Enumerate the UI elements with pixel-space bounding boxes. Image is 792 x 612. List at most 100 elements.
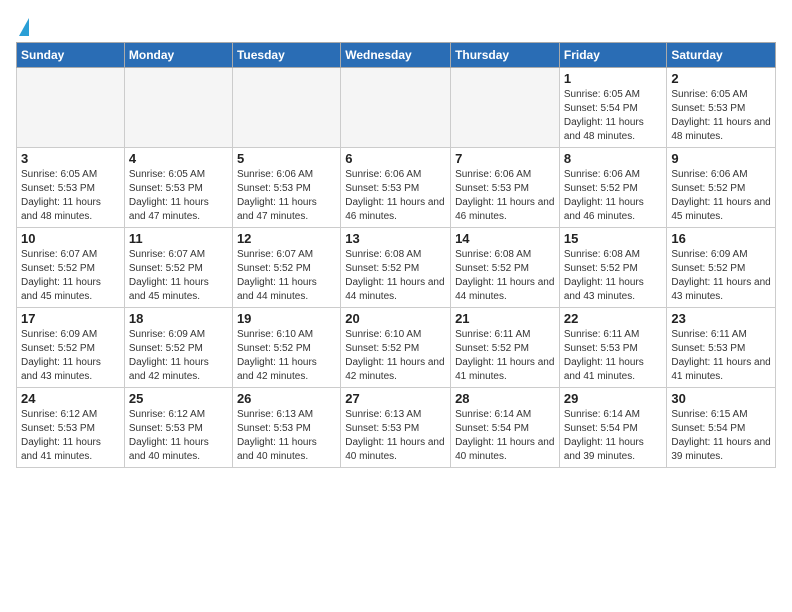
day-number: 18 xyxy=(129,311,228,326)
calendar-day-7: 7 Sunrise: 6:06 AM Sunset: 5:53 PM Daylig… xyxy=(451,148,560,228)
weekday-header-wednesday: Wednesday xyxy=(341,43,451,68)
day-number: 28 xyxy=(455,391,555,406)
day-info: Sunrise: 6:11 AM Sunset: 5:52 PM Dayligh… xyxy=(455,328,555,384)
weekday-header-friday: Friday xyxy=(559,43,667,68)
calendar-day-20: 20 Sunrise: 6:10 AM Sunset: 5:52 PM Dayli… xyxy=(341,308,451,388)
calendar-day-5: 5 Sunrise: 6:06 AM Sunset: 5:53 PM Daylig… xyxy=(232,148,340,228)
day-info: Sunrise: 6:12 AM Sunset: 5:53 PM Dayligh… xyxy=(129,408,228,464)
day-number: 23 xyxy=(671,311,771,326)
calendar-day-15: 15Sunrise: 6:08 AM Sunset: 5:52 PM Dayli… xyxy=(559,228,667,308)
day-number: 4 xyxy=(129,151,228,166)
day-info: Sunrise: 6:09 AM Sunset: 5:52 PM Dayligh… xyxy=(21,328,120,384)
header xyxy=(16,10,776,36)
day-info: Sunrise: 6:06 AM Sunset: 5:52 PM Dayligh… xyxy=(671,168,771,224)
day-info: Sunrise: 6:08 AM Sunset: 5:52 PM Dayligh… xyxy=(455,248,555,304)
day-number: 30 xyxy=(671,391,771,406)
calendar-day-16: 16 Sunrise: 6:09 AM Sunset: 5:52 PM Dayli… xyxy=(667,228,776,308)
day-number: 9 xyxy=(671,151,771,166)
calendar-day-empty-0-1 xyxy=(124,68,232,148)
calendar-day-18: 18 Sunrise: 6:09 AM Sunset: 5:52 PM Dayli… xyxy=(124,308,232,388)
calendar-day-empty-0-3 xyxy=(341,68,451,148)
calendar-day-26: 26 Sunrise: 6:13 AM Sunset: 5:53 PM Dayli… xyxy=(232,388,340,468)
day-info: Sunrise: 6:08 AM Sunset: 5:52 PM Dayligh… xyxy=(345,248,446,304)
weekday-header-thursday: Thursday xyxy=(451,43,560,68)
weekday-header-tuesday: Tuesday xyxy=(232,43,340,68)
day-number: 27 xyxy=(345,391,446,406)
logo-triangle-icon xyxy=(19,18,29,36)
day-info: Sunrise: 6:05 AM Sunset: 5:54 PM Dayligh… xyxy=(564,88,663,144)
calendar-day-4: 4 Sunrise: 6:05 AM Sunset: 5:53 PM Daylig… xyxy=(124,148,232,228)
day-info: Sunrise: 6:12 AM Sunset: 5:53 PM Dayligh… xyxy=(21,408,120,464)
day-info: Sunrise: 6:05 AM Sunset: 5:53 PM Dayligh… xyxy=(129,168,228,224)
day-info: Sunrise: 6:08 AM Sunset: 5:52 PM Dayligh… xyxy=(564,248,663,304)
calendar-day-11: 11 Sunrise: 6:07 AM Sunset: 5:52 PM Dayli… xyxy=(124,228,232,308)
day-info: Sunrise: 6:15 AM Sunset: 5:54 PM Dayligh… xyxy=(671,408,771,464)
day-info: Sunrise: 6:14 AM Sunset: 5:54 PM Dayligh… xyxy=(455,408,555,464)
calendar-day-17: 17 Sunrise: 6:09 AM Sunset: 5:52 PM Dayli… xyxy=(17,308,125,388)
day-info: Sunrise: 6:07 AM Sunset: 5:52 PM Dayligh… xyxy=(237,248,336,304)
day-info: Sunrise: 6:13 AM Sunset: 5:53 PM Dayligh… xyxy=(237,408,336,464)
calendar-day-29: 29 Sunrise: 6:14 AM Sunset: 5:54 PM Dayli… xyxy=(559,388,667,468)
day-number: 19 xyxy=(237,311,336,326)
calendar-day-10: 10 Sunrise: 6:07 AM Sunset: 5:52 PM Dayli… xyxy=(17,228,125,308)
day-info: Sunrise: 6:06 AM Sunset: 5:53 PM Dayligh… xyxy=(237,168,336,224)
day-info: Sunrise: 6:06 AM Sunset: 5:52 PM Dayligh… xyxy=(564,168,663,224)
calendar-week-5: 24 Sunrise: 6:12 AM Sunset: 5:53 PM Dayli… xyxy=(17,388,776,468)
day-info: Sunrise: 6:10 AM Sunset: 5:52 PM Dayligh… xyxy=(345,328,446,384)
day-number: 21 xyxy=(455,311,555,326)
calendar-day-3: 3 Sunrise: 6:05 AM Sunset: 5:53 PM Daylig… xyxy=(17,148,125,228)
calendar-day-9: 9 Sunrise: 6:06 AM Sunset: 5:52 PM Daylig… xyxy=(667,148,776,228)
day-number: 14 xyxy=(455,231,555,246)
day-info: Sunrise: 6:13 AM Sunset: 5:53 PM Dayligh… xyxy=(345,408,446,464)
calendar-day-27: 27 Sunrise: 6:13 AM Sunset: 5:53 PM Dayli… xyxy=(341,388,451,468)
day-number: 7 xyxy=(455,151,555,166)
calendar-day-empty-0-2 xyxy=(232,68,340,148)
day-info: Sunrise: 6:10 AM Sunset: 5:52 PM Dayligh… xyxy=(237,328,336,384)
calendar-day-14: 14 Sunrise: 6:08 AM Sunset: 5:52 PM Dayli… xyxy=(451,228,560,308)
day-number: 8 xyxy=(564,151,663,166)
day-number: 20 xyxy=(345,311,446,326)
day-number: 6 xyxy=(345,151,446,166)
day-number: 11 xyxy=(129,231,228,246)
day-number: 17 xyxy=(21,311,120,326)
calendar-day-24: 24 Sunrise: 6:12 AM Sunset: 5:53 PM Dayli… xyxy=(17,388,125,468)
calendar-week-4: 17 Sunrise: 6:09 AM Sunset: 5:52 PM Dayli… xyxy=(17,308,776,388)
weekday-header-sunday: Sunday xyxy=(17,43,125,68)
day-info: Sunrise: 6:09 AM Sunset: 5:52 PM Dayligh… xyxy=(671,248,771,304)
calendar-day-13: 13 Sunrise: 6:08 AM Sunset: 5:52 PM Dayli… xyxy=(341,228,451,308)
calendar-day-19: 19 Sunrise: 6:10 AM Sunset: 5:52 PM Dayli… xyxy=(232,308,340,388)
day-info: Sunrise: 6:06 AM Sunset: 5:53 PM Dayligh… xyxy=(455,168,555,224)
calendar-week-3: 10 Sunrise: 6:07 AM Sunset: 5:52 PM Dayli… xyxy=(17,228,776,308)
day-number: 5 xyxy=(237,151,336,166)
calendar-day-21: 21 Sunrise: 6:11 AM Sunset: 5:52 PM Dayli… xyxy=(451,308,560,388)
day-info: Sunrise: 6:07 AM Sunset: 5:52 PM Dayligh… xyxy=(129,248,228,304)
calendar-day-12: 12Sunrise: 6:07 AM Sunset: 5:52 PM Dayli… xyxy=(232,228,340,308)
calendar-day-23: 23 Sunrise: 6:11 AM Sunset: 5:53 PM Dayli… xyxy=(667,308,776,388)
day-number: 13 xyxy=(345,231,446,246)
day-number: 26 xyxy=(237,391,336,406)
day-info: Sunrise: 6:05 AM Sunset: 5:53 PM Dayligh… xyxy=(671,88,771,144)
calendar-day-6: 6Sunrise: 6:06 AM Sunset: 5:53 PM Daylig… xyxy=(341,148,451,228)
day-number: 29 xyxy=(564,391,663,406)
day-number: 22 xyxy=(564,311,663,326)
day-info: Sunrise: 6:07 AM Sunset: 5:52 PM Dayligh… xyxy=(21,248,120,304)
logo xyxy=(16,18,29,36)
calendar-day-8: 8 Sunrise: 6:06 AM Sunset: 5:52 PM Daylig… xyxy=(559,148,667,228)
day-number: 2 xyxy=(671,71,771,86)
day-info: Sunrise: 6:05 AM Sunset: 5:53 PM Dayligh… xyxy=(21,168,120,224)
day-number: 24 xyxy=(21,391,120,406)
day-info: Sunrise: 6:09 AM Sunset: 5:52 PM Dayligh… xyxy=(129,328,228,384)
day-number: 10 xyxy=(21,231,120,246)
day-number: 16 xyxy=(671,231,771,246)
day-number: 3 xyxy=(21,151,120,166)
page: SundayMondayTuesdayWednesdayThursdayFrid… xyxy=(0,0,792,484)
calendar-week-1: 1 Sunrise: 6:05 AM Sunset: 5:54 PM Daylig… xyxy=(17,68,776,148)
calendar-day-30: 30 Sunrise: 6:15 AM Sunset: 5:54 PM Dayli… xyxy=(667,388,776,468)
day-info: Sunrise: 6:14 AM Sunset: 5:54 PM Dayligh… xyxy=(564,408,663,464)
day-number: 1 xyxy=(564,71,663,86)
calendar-day-2: 2 Sunrise: 6:05 AM Sunset: 5:53 PM Daylig… xyxy=(667,68,776,148)
day-number: 25 xyxy=(129,391,228,406)
day-info: Sunrise: 6:11 AM Sunset: 5:53 PM Dayligh… xyxy=(671,328,771,384)
calendar-week-2: 3 Sunrise: 6:05 AM Sunset: 5:53 PM Daylig… xyxy=(17,148,776,228)
day-info: Sunrise: 6:11 AM Sunset: 5:53 PM Dayligh… xyxy=(564,328,663,384)
